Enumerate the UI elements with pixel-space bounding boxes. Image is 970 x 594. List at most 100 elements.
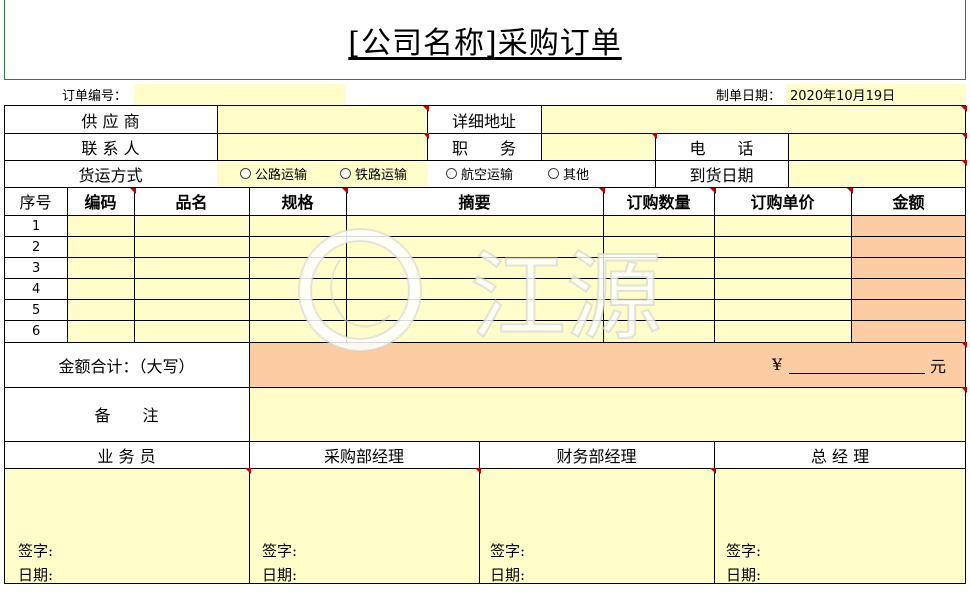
- comment-marker-icon[interactable]: [710, 468, 716, 474]
- role-general-manager: 总 经 理: [810, 446, 870, 466]
- comment-marker-icon[interactable]: [599, 188, 605, 194]
- row-index-4: 4: [32, 282, 41, 297]
- role-salesperson: 业 务 员: [97, 446, 156, 466]
- comment-marker-icon[interactable]: [475, 468, 481, 474]
- grid-line: [249, 342, 250, 584]
- date-field[interactable]: 2020年10月19日: [786, 84, 966, 105]
- remark-label: 备 注: [94, 406, 159, 425]
- grid-line: [479, 441, 480, 584]
- grid-line: [217, 105, 218, 160]
- grid-line: [4, 105, 5, 584]
- radio-road-label: 公路运输: [255, 168, 308, 183]
- grid-line: [714, 441, 715, 584]
- currency-unit: 元: [930, 356, 947, 376]
- radio-other-label: 其他: [563, 168, 590, 183]
- comment-marker-icon[interactable]: [961, 387, 967, 393]
- title-banner: [公司名称]采购订单: [4, 0, 966, 80]
- grid-line: [4, 257, 966, 258]
- comment-marker-icon[interactable]: [961, 160, 967, 166]
- row-index-1: 1: [32, 219, 41, 234]
- radio-road[interactable]: 公路运输: [240, 160, 307, 187]
- shipping-label: 货运方式: [78, 165, 143, 185]
- grid-line: [67, 187, 68, 342]
- position-label: 职 务: [451, 138, 516, 158]
- radio-other[interactable]: 其他: [548, 160, 589, 187]
- grid-line: [4, 278, 966, 279]
- header-index: 序号: [19, 193, 52, 212]
- date-label-3: 日期:: [490, 566, 526, 584]
- date-label: 制单日期：: [716, 89, 782, 104]
- date-label-4: 日期:: [726, 566, 762, 584]
- grid-line: [4, 342, 966, 343]
- comment-marker-icon[interactable]: [423, 133, 429, 139]
- grid-line: [851, 187, 852, 342]
- row-index-2: 2: [32, 240, 41, 255]
- order-no-field[interactable]: [134, 84, 346, 105]
- grid-line: [714, 187, 715, 342]
- radio-circle-icon: [240, 168, 251, 179]
- comment-marker-icon[interactable]: [423, 106, 429, 112]
- signature-area[interactable]: [4, 468, 966, 584]
- page-title: [公司名称]采购订单: [348, 26, 622, 61]
- radio-rail-label: 铁路运输: [355, 168, 408, 183]
- row-index-3: 3: [32, 261, 41, 276]
- grid-line: [4, 187, 966, 188]
- comment-marker-icon[interactable]: [130, 188, 136, 194]
- row-index-5: 5: [32, 303, 41, 318]
- role-finance-manager: 财务部经理: [556, 446, 637, 466]
- sign-label-2: 签字:: [262, 542, 298, 560]
- address-input[interactable]: [541, 106, 966, 133]
- grid-line: [603, 187, 604, 342]
- comment-marker-icon[interactable]: [651, 133, 657, 139]
- comment-marker-icon[interactable]: [961, 133, 967, 139]
- grid-line: [4, 215, 966, 216]
- remark-field[interactable]: [249, 387, 966, 441]
- header-name: 品名: [175, 193, 208, 212]
- total-underline: [789, 373, 925, 374]
- currency-symbol: ¥: [772, 355, 783, 374]
- total-amount-field[interactable]: [249, 342, 966, 387]
- sign-label-1: 签字:: [18, 542, 54, 560]
- grid-line: [4, 320, 966, 321]
- comment-marker-icon[interactable]: [342, 188, 348, 194]
- grid-line: [4, 299, 966, 300]
- header-quantity: 订购数量: [626, 193, 691, 212]
- comment-marker-icon[interactable]: [245, 468, 251, 474]
- phone-label: 电 话: [689, 138, 754, 158]
- supplier-label: 供 应 商: [81, 111, 140, 131]
- grid-line: [4, 160, 966, 161]
- radio-circle-icon: [446, 168, 457, 179]
- radio-air-label: 航空运输: [461, 168, 514, 183]
- comment-marker-icon[interactable]: [710, 188, 716, 194]
- order-no-label: 订单编号：: [62, 89, 128, 104]
- grid-line: [4, 105, 966, 106]
- comment-marker-icon[interactable]: [847, 188, 853, 194]
- radio-air[interactable]: 航空运输: [446, 160, 513, 187]
- radio-circle-icon: [548, 168, 559, 179]
- grid-line: [655, 133, 656, 187]
- header-summary: 摘要: [458, 193, 491, 212]
- role-purchasing-manager: 采购部经理: [323, 446, 404, 466]
- row-index-6: 6: [32, 324, 41, 339]
- grid-line: [4, 133, 966, 134]
- radio-rail[interactable]: 铁路运输: [340, 160, 407, 187]
- radio-circle-icon: [340, 168, 351, 179]
- position-input[interactable]: [541, 133, 655, 160]
- grid-line: [249, 187, 250, 342]
- comment-marker-icon[interactable]: [961, 106, 967, 112]
- grid-line: [134, 187, 135, 342]
- grid-line: [541, 105, 542, 160]
- grid-line: [346, 187, 347, 342]
- comment-marker-icon[interactable]: [961, 342, 967, 348]
- address-label: 详细地址: [451, 111, 516, 131]
- grid-line: [4, 236, 966, 237]
- date-label-1: 日期:: [18, 566, 54, 584]
- grid-line: [4, 387, 966, 388]
- sign-label-4: 签字:: [726, 542, 762, 560]
- grid-line: [4, 583, 966, 584]
- sign-label-3: 签字:: [490, 542, 526, 560]
- grid-line: [4, 441, 966, 442]
- grid-line: [788, 133, 789, 187]
- total-label: 金额合计：（大写）: [58, 356, 195, 376]
- date-label-2: 日期:: [262, 566, 298, 584]
